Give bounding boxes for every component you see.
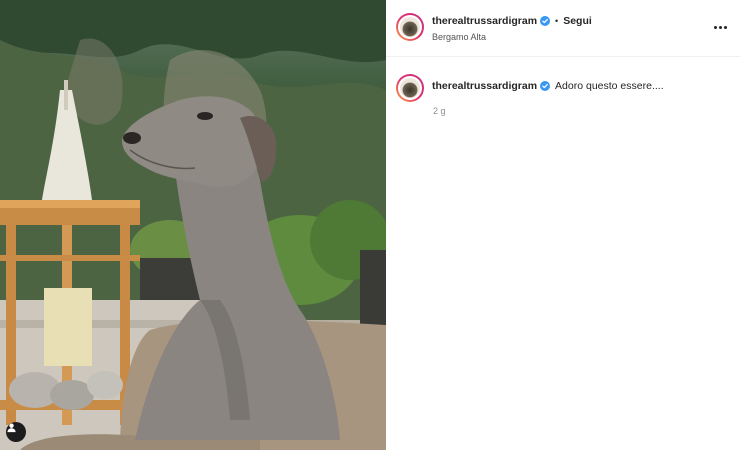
verified-badge-icon [540,81,551,91]
caption-text: Adoro questo essere.... [555,80,664,92]
post-details-panel: therealtrussardigram • Segui Bergamo Alt… [386,0,740,450]
post-header: therealtrussardigram • Segui Bergamo Alt… [386,0,740,57]
follow-button[interactable]: Segui [563,15,592,27]
post-photo[interactable] [0,0,386,450]
user-tag-icon[interactable] [6,422,26,442]
caption-username-link[interactable]: therealtrussardigram [432,80,537,92]
more-options-icon[interactable] [714,21,728,33]
verified-badge-icon [540,16,551,26]
caption-avatar[interactable] [396,74,424,102]
separator-dot: • [555,16,559,26]
username-link[interactable]: therealtrussardigram [432,15,537,27]
location-link[interactable]: Bergamo Alta [432,32,486,42]
photo-illustration [0,0,386,450]
avatar[interactable] [396,13,424,41]
post-timestamp[interactable]: 2 g [433,106,446,116]
